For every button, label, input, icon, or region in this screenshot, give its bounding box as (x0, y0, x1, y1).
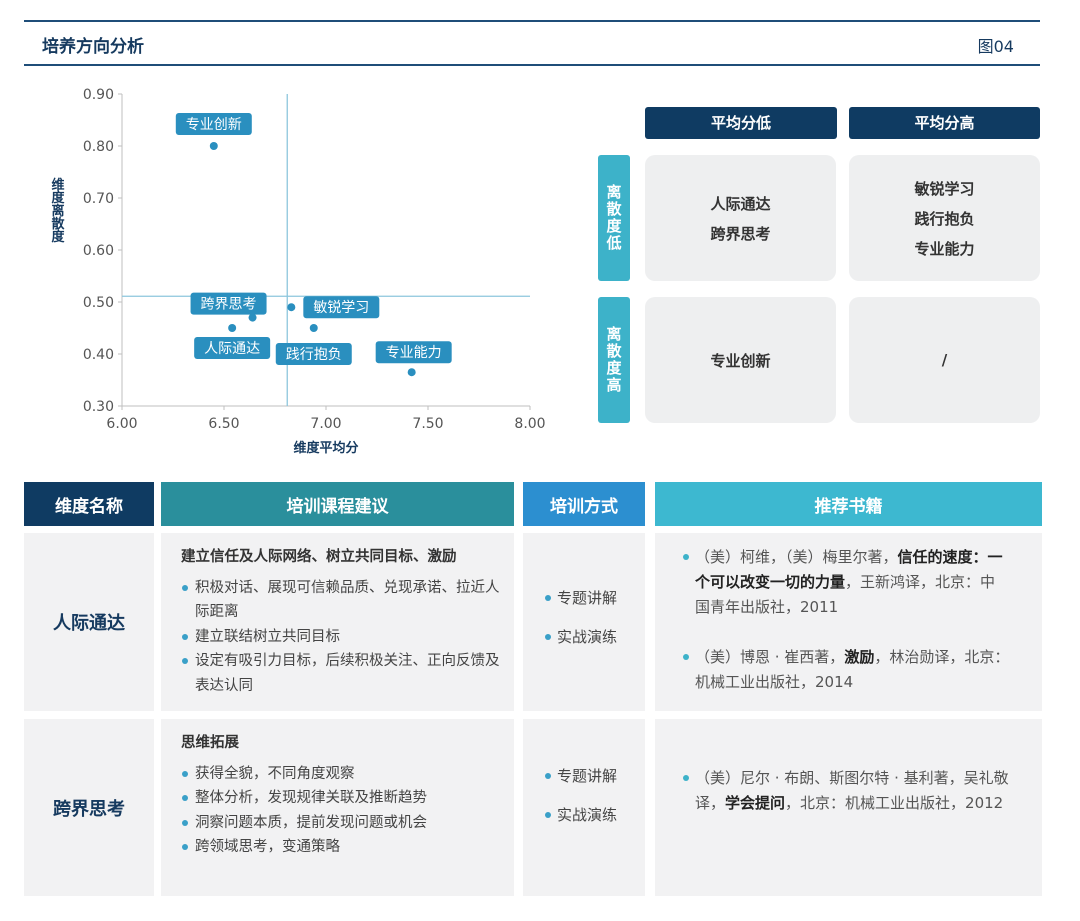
course-cell: 思维拓展 获得全貌，不同角度观察 整体分析，发现规律关联及推断趋势 洞察问题本质… (161, 719, 514, 896)
y-tick-label: 0.60 (83, 243, 114, 259)
x-tick-label: 6.00 (106, 416, 137, 432)
matrix-cell-low-low: 人际通达 跨界思考 (645, 155, 836, 281)
matrix-row-header-high: 离散度高 (598, 297, 630, 423)
course-item: 获得全貌，不同角度观察 (181, 762, 500, 787)
table-header-course: 培训课程建议 (161, 482, 514, 526)
method-item: 实战演练 (545, 804, 617, 825)
x-tick-label: 8.00 (514, 416, 545, 432)
x-tick-label: 6.50 (208, 416, 239, 432)
y-tick-label: 0.70 (83, 191, 114, 207)
table-header-method: 培训方式 (523, 482, 645, 526)
course-item: 跨领域思考，变通策略 (181, 835, 500, 860)
method-cell: 专题讲解 实战演练 (523, 719, 645, 896)
matrix-item: 践行抱负 (914, 209, 975, 228)
table-header-books: 推荐书籍 (655, 482, 1042, 526)
book-item: （美）柯维，（美）梅里尔著，信任的速度：一个可以改变一切的力量，王新鸿译，北京：… (683, 545, 1010, 620)
table-row-dimension: 跨界思考 (24, 719, 154, 896)
y-tick-label: 0.40 (83, 347, 114, 363)
data-point (248, 313, 257, 322)
book-item: （美）尼尔 · 布朗、斯图尔特 · 基利著，吴礼敬译，学会提问，北京：机械工业出… (683, 766, 1010, 816)
data-point (287, 303, 296, 312)
point-label: 跨界思考 (201, 297, 257, 313)
matrix-cell-high-low: 专业创新 (645, 297, 836, 423)
matrix-row-header-low: 离散度低 (598, 155, 630, 281)
book-item: （美）博恩 · 崔西著，激励，林治勋译，北京：机械工业出版社，2014 (683, 645, 1010, 695)
data-point (228, 324, 237, 332)
course-item: 设定有吸引力目标，后续积极关注、正向反馈及表达认同 (181, 649, 500, 698)
matrix-col-header-high: 平均分高 (849, 107, 1040, 139)
course-item: 积极对话、展现可信赖品质、兑现承诺、拉近人际距离 (181, 576, 500, 625)
matrix-cell-high-high: / (849, 297, 1040, 423)
matrix-item: 专业能力 (914, 239, 975, 258)
method-cell: 专题讲解 实战演练 (523, 533, 645, 711)
method-item: 专题讲解 (545, 765, 617, 786)
x-tick-label: 7.00 (310, 416, 341, 432)
matrix-item: 跨界思考 (710, 224, 771, 243)
matrix-item: 敏锐学习 (914, 179, 975, 198)
method-item: 专题讲解 (545, 587, 617, 608)
data-point (309, 324, 318, 332)
x-axis-label: 维度平均分 (293, 440, 358, 456)
course-title: 思维拓展 (181, 735, 239, 751)
matrix-item: 人际通达 (710, 194, 771, 213)
course-item: 整体分析，发现规律关联及推断趋势 (181, 786, 500, 811)
matrix-item: 专业创新 (710, 351, 771, 370)
y-tick-label: 0.30 (83, 399, 114, 415)
data-point (209, 142, 218, 150)
course-cell: 建立信任及人际网络、树立共同目标、激励 积极对话、展现可信赖品质、兑现承诺、拉近… (161, 533, 514, 711)
method-item: 实战演练 (545, 626, 617, 647)
data-point (407, 368, 416, 377)
y-tick-label: 0.50 (83, 295, 114, 311)
y-axis-label: 维度离散度 (49, 177, 65, 244)
section-title: 培养方向分析 (42, 37, 144, 57)
point-label: 专业创新 (186, 117, 242, 133)
course-item: 洞察问题本质，提前发现问题或机会 (181, 811, 500, 836)
table-row-dimension: 人际通达 (24, 533, 154, 711)
point-label: 人际通达 (204, 341, 260, 357)
book-title: 学会提问 (725, 794, 786, 812)
point-label: 专业能力 (386, 345, 442, 361)
course-title: 建立信任及人际网络、树立共同目标、激励 (181, 549, 457, 565)
point-label: 践行抱负 (286, 347, 342, 363)
matrix-col-header-low: 平均分低 (645, 107, 837, 139)
x-tick-label: 7.50 (412, 416, 443, 432)
books-cell: （美）柯维，（美）梅里尔著，信任的速度：一个可以改变一切的力量，王新鸿译，北京：… (655, 533, 1042, 711)
point-label: 敏锐学习 (313, 300, 369, 316)
matrix-item: / (941, 351, 948, 369)
course-item: 建立联结树立共同目标 (181, 625, 500, 650)
book-title: 激励 (844, 648, 875, 666)
y-tick-label: 0.90 (83, 87, 114, 103)
y-tick-label: 0.80 (83, 139, 114, 155)
section-header: 培养方向分析 图04 (24, 20, 1040, 66)
matrix-cell-low-high: 敏锐学习 践行抱负 专业能力 (849, 155, 1040, 281)
scatter-chart: 0.30 0.40 0.50 0.60 0.70 0.80 0.90 6.00 6.50 7.00… (49, 87, 546, 456)
figure-label: 图04 (977, 37, 1014, 56)
books-cell: （美）尼尔 · 布朗、斯图尔特 · 基利著，吴礼敬译，学会提问，北京：机械工业出… (655, 719, 1042, 896)
table-header-dimension: 维度名称 (24, 482, 154, 526)
